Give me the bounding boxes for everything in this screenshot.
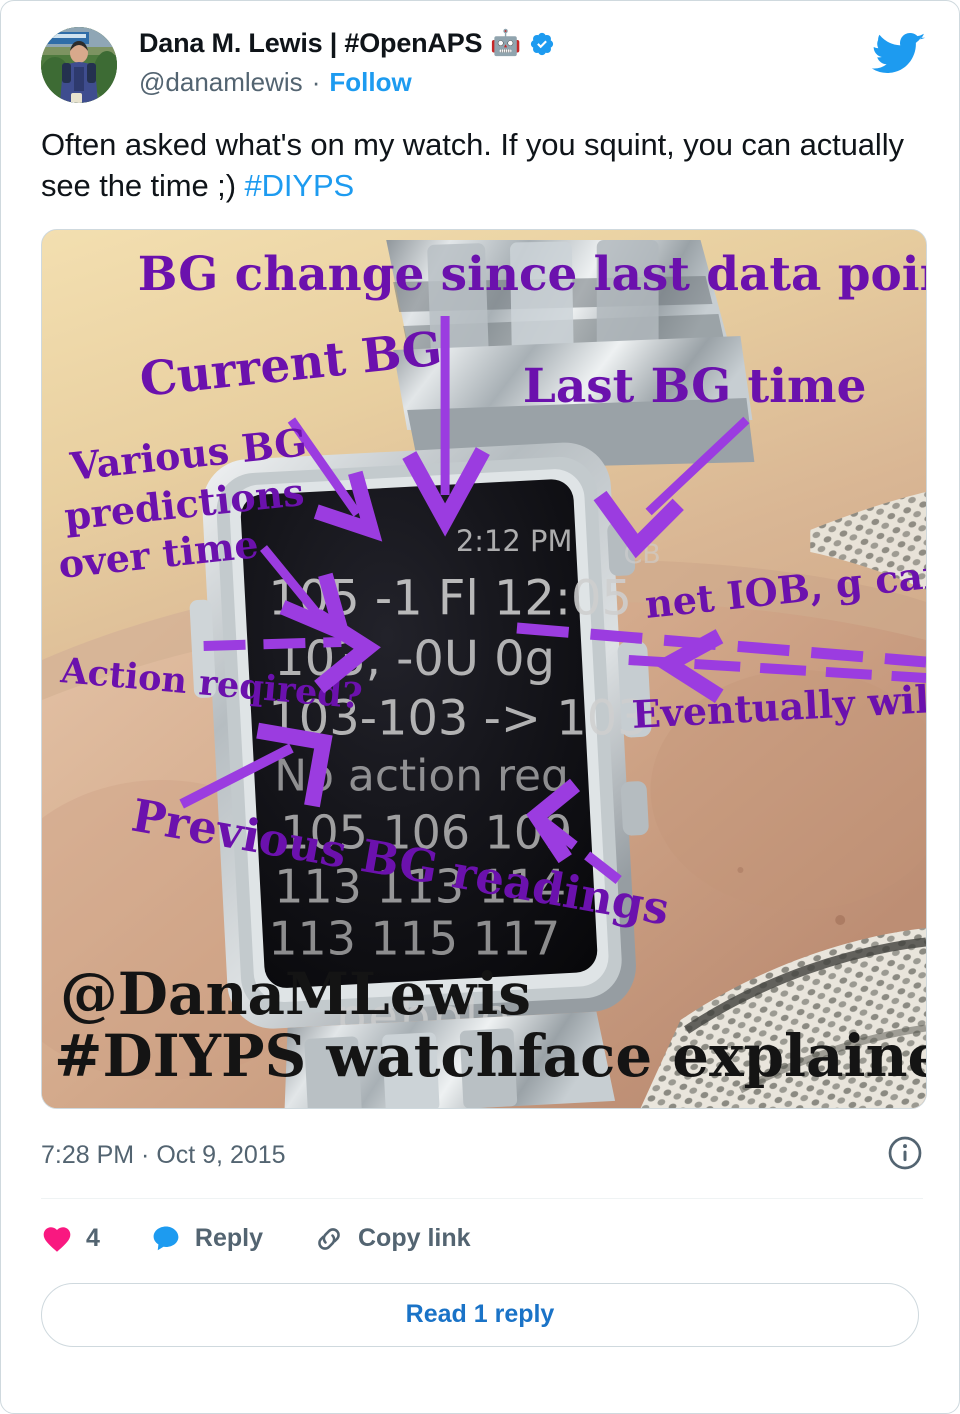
tweet-body-text: Often asked what's on my watch. If you s…: [1, 103, 959, 207]
like-button[interactable]: 4: [41, 1223, 100, 1255]
annotation-last-bg-time: Last BG time: [523, 359, 866, 414]
user-handle[interactable]: @danamlewis: [139, 68, 303, 97]
photo-caption-line2: #DIYPS watchface explained: [54, 1022, 926, 1090]
reply-label: Reply: [194, 1224, 263, 1253]
reply-bubble-icon: [150, 1223, 182, 1255]
photo-caption-line1: @DanaMLewis: [60, 960, 531, 1028]
tweet-timestamp[interactable]: 7:28 PM · Oct 9, 2015: [41, 1141, 286, 1170]
watchface-clock: 2:12 PM: [456, 524, 573, 558]
identity-block: Dana M. Lewis | #OpenAPS 🤖 @danamlewis ·…: [139, 27, 555, 96]
twitter-bird-icon[interactable]: [869, 27, 931, 79]
handle-row: @danamlewis · Follow: [139, 68, 555, 97]
tweet-meta-row: 7:28 PM · Oct 9, 2015: [1, 1109, 959, 1176]
like-count: 4: [86, 1224, 100, 1253]
read-replies-label: Read 1 reply: [405, 1300, 555, 1329]
tweet-text-content: Often asked what's on my watch. If you s…: [41, 127, 904, 203]
read-replies-button[interactable]: Read 1 reply: [41, 1282, 919, 1347]
verified-badge-icon: [529, 31, 555, 57]
heart-icon: [41, 1223, 73, 1255]
link-chain-icon: [313, 1223, 345, 1255]
robot-emoji-icon: 🤖: [490, 29, 522, 58]
copy-link-button[interactable]: Copy link: [313, 1223, 471, 1255]
annotation-bg-change: BG change since last data point: [138, 247, 926, 302]
watch-photo: 2:12 PM CB 105 -1 Fl 12:05 103, -0U 0g 1…: [42, 229, 926, 1108]
reply-button[interactable]: Reply: [150, 1223, 263, 1255]
separator-dot: ·: [311, 66, 321, 97]
follow-button[interactable]: Follow: [329, 68, 411, 97]
tweet-card: Dana M. Lewis | #OpenAPS 🤖 @danamlewis ·…: [0, 0, 960, 1414]
name-row: Dana M. Lewis | #OpenAPS 🤖: [139, 28, 555, 59]
copy-link-label: Copy link: [358, 1224, 471, 1253]
watchface-line-7: 113 115 117: [268, 912, 560, 966]
avatar[interactable]: [41, 27, 117, 103]
hashtag-link-diyps[interactable]: #DIYPS: [244, 168, 354, 203]
tweet-media-photo[interactable]: 2:12 PM CB 105 -1 Fl 12:05 103, -0U 0g 1…: [41, 228, 927, 1109]
display-name[interactable]: Dana M. Lewis | #OpenAPS: [139, 28, 483, 59]
info-icon[interactable]: [887, 1135, 923, 1176]
tweet-actions-row: 4 Reply Copy link: [1, 1199, 959, 1255]
tweet-header: Dana M. Lewis | #OpenAPS 🤖 @danamlewis ·…: [1, 1, 959, 103]
